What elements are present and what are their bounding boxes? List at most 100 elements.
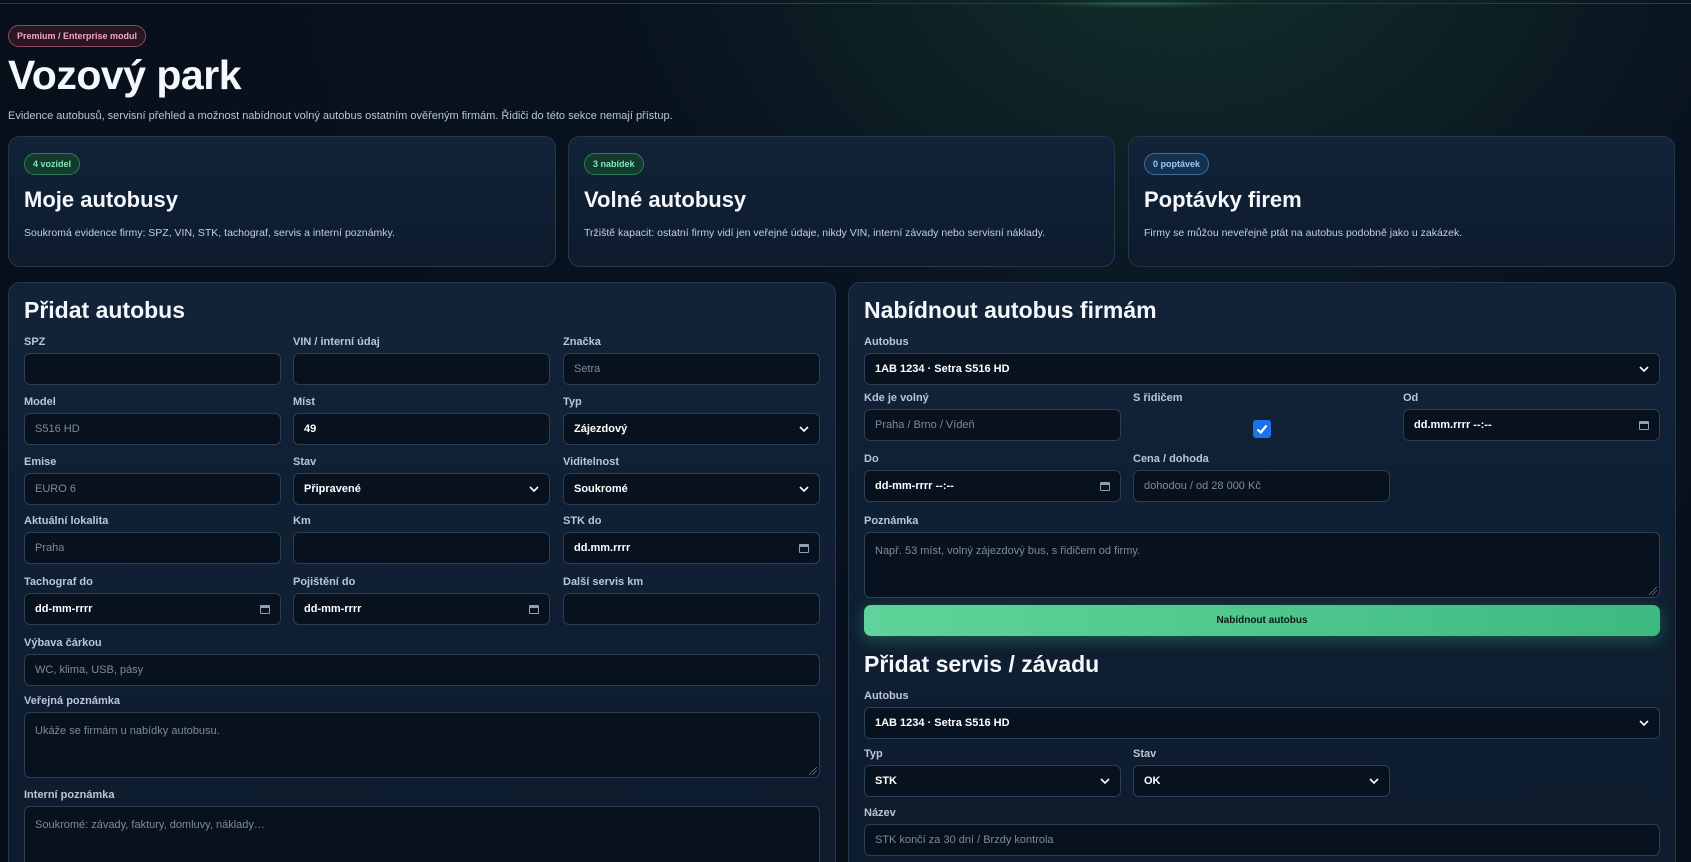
equipment-input[interactable]: WC, klima, USB, pásy [24,654,820,686]
calendar-icon[interactable] [1639,420,1649,430]
where-input[interactable]: Praha / Brno / Vídeň [864,409,1121,441]
visibility-select-value: Soukromé [574,483,628,495]
where-label: Kde je volný [864,392,929,404]
price-input[interactable]: dohodou / od 28 000 Kč [1133,470,1390,502]
chevron-down-icon [1100,778,1110,785]
tacho-date-input[interactable]: dd-mm-rrrr [24,593,281,625]
card-title: Volné autobusy [584,187,747,212]
seats-label: Míst [293,396,315,408]
service-name-label: Název [864,807,896,819]
service-bus-select[interactable]: 1AB 1234 · Setra S516 HD [864,707,1660,739]
resize-handle[interactable] [1649,587,1657,595]
seats-input[interactable]: 49 [293,413,550,445]
calendar-icon[interactable] [260,604,270,614]
chevron-down-icon [1639,366,1649,373]
km-label: Km [293,515,311,527]
public-note-textarea[interactable]: Ukáže se firmám u nabídky autobusu. [24,712,820,778]
location-input[interactable]: Praha [24,532,281,564]
calendar-icon[interactable] [799,543,809,553]
check-icon [1256,424,1268,435]
state-select[interactable]: Připravené [293,473,550,505]
insurance-date-input[interactable]: dd-mm-rrrr [293,593,550,625]
type-label: Typ [563,396,582,408]
card-title: Poptávky firem [1144,187,1302,212]
offer-note-textarea[interactable]: Např. 53 míst, volný zájezdový bus, s ři… [864,532,1660,598]
type-select[interactable]: Zájezdový [563,413,820,445]
card-description: Firmy se můžou neveřejně ptát na autobus… [1144,227,1463,239]
card-title: Moje autobusy [24,187,179,212]
stk-date-input[interactable]: dd.mm.rrrr [563,532,820,564]
vin-label: VIN / interní údaj [293,336,380,348]
service-state-label: Stav [1133,748,1157,760]
visibility-label: Viditelnost [563,456,620,468]
model-label: Model [24,396,56,408]
public-note-label: Veřejná poznámka [24,695,120,707]
state-label: Stav [293,456,317,468]
brand-input[interactable]: Setra [563,353,820,385]
chevron-down-icon [799,486,809,493]
card-company-requests[interactable]: 0 poptávek Poptávky firem Firmy se můžou… [1128,136,1675,267]
add-bus-panel: Přidat autobus SPZ VIN / interní údaj Zn… [8,282,836,862]
spz-label: SPZ [24,336,46,348]
vehicle-count-badge: 4 vozidel [24,153,81,175]
service-type-label: Typ [864,748,883,760]
card-free-buses[interactable]: 3 nabídek Volné autobusy Tržiště kapacit… [568,136,1115,267]
internal-note-placeholder: Soukromé: závady, faktury, domluvy, nákl… [35,819,265,831]
service-state-select[interactable]: OK [1133,765,1390,797]
to-label: Do [864,453,879,465]
offer-bus-select[interactable]: 1AB 1234 · Setra S516 HD [864,353,1660,385]
calendar-icon[interactable] [529,604,539,614]
offer-bus-title: Nabídnout autobus firmám [864,297,1157,323]
driver-label: S řidičem [1133,392,1183,404]
tacho-date-value: dd-mm-rrrr [35,603,93,615]
state-select-value: Připravené [304,483,361,495]
request-count-badge: 0 poptávek [1144,153,1210,175]
page-subtitle: Evidence autobusů, servisní přehled a mo… [8,110,673,122]
offer-bus-button[interactable]: Nabídnout autobus [864,605,1660,636]
header-glow [1040,0,1240,8]
service-bus-label: Autobus [864,690,909,702]
add-bus-title: Přidat autobus [24,297,186,323]
service-type-select[interactable]: STK [864,765,1121,797]
card-description: Soukromá evidence firmy: SPZ, VIN, STK, … [24,227,395,239]
location-label: Aktuální lokalita [24,515,109,527]
service-state-select-value: OK [1144,775,1161,787]
internal-note-textarea[interactable]: Soukromé: závady, faktury, domluvy, nákl… [24,806,820,862]
card-description: Tržiště kapacit: ostatní firmy vidí jen … [584,227,1046,239]
service-bus-select-value: 1AB 1234 · Setra S516 HD [875,717,1010,729]
next-service-label: Další servis km [563,576,644,588]
service-name-input[interactable]: STK končí za 30 dní / Brzdy kontrola [864,824,1660,856]
next-service-input[interactable] [563,593,820,625]
visibility-select[interactable]: Soukromé [563,473,820,505]
to-datetime-input[interactable]: dd-mm-rrrr --:-- [864,470,1121,502]
offer-bus-label: Autobus [864,336,909,348]
offer-note-label: Poznámka [864,515,919,527]
card-my-buses[interactable]: 4 vozidel Moje autobusy Soukromá evidenc… [8,136,556,267]
tacho-label: Tachograf do [24,576,93,588]
equipment-label: Výbava čárkou [24,637,102,649]
insurance-label: Pojištění do [293,576,356,588]
model-input[interactable]: S516 HD [24,413,281,445]
type-select-value: Zájezdový [574,423,628,435]
stk-date-value: dd.mm.rrrr [574,542,631,554]
km-input[interactable] [293,532,550,564]
vin-input[interactable] [293,353,550,385]
to-datetime-value: dd-mm-rrrr --:-- [875,480,954,492]
from-label: Od [1403,392,1419,404]
top-divider [0,3,1691,4]
price-label: Cena / dohoda [1133,453,1209,465]
chevron-down-icon [1369,778,1379,785]
emission-label: Emise [24,456,57,468]
chevron-down-icon [1639,720,1649,727]
spz-input[interactable] [24,353,281,385]
resize-handle[interactable] [809,767,817,775]
service-type-select-value: STK [875,775,897,787]
driver-checkbox[interactable] [1253,420,1271,438]
from-datetime-input[interactable]: dd.mm.rrrr --:-- [1403,409,1660,441]
offer-note-placeholder: Např. 53 míst, volný zájezdový bus, s ři… [875,545,1141,557]
public-note-placeholder: Ukáže se firmám u nabídky autobusu. [35,725,220,737]
offer-bus-panel: Nabídnout autobus firmám Autobus 1AB 123… [848,282,1676,862]
offer-count-badge: 3 nabídek [584,153,644,175]
calendar-icon[interactable] [1100,481,1110,491]
emission-input[interactable]: EURO 6 [24,473,281,505]
